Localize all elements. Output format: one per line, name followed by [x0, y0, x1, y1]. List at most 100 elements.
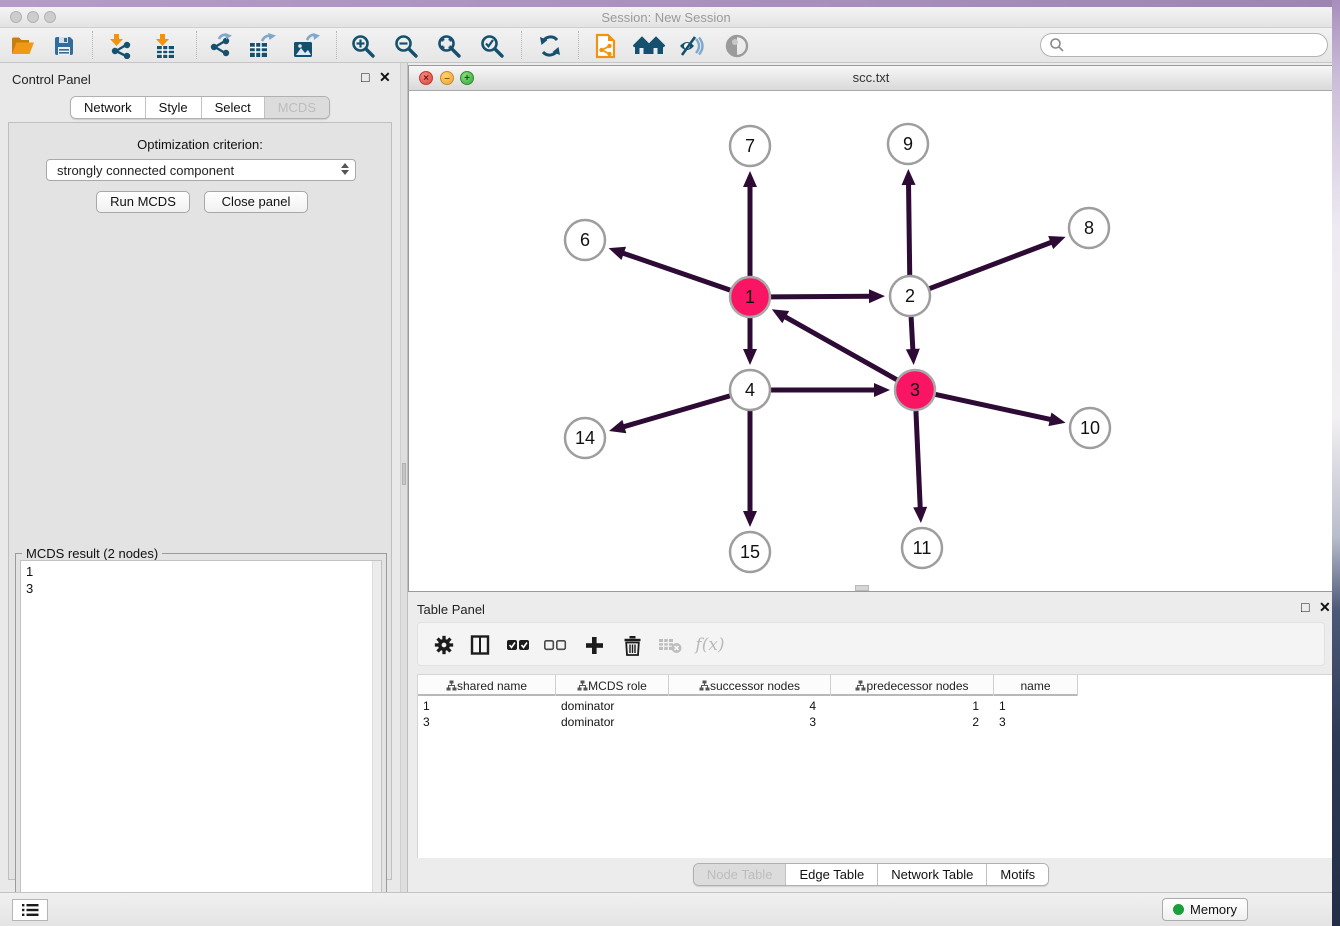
tab-mcds[interactable]: MCDS: [265, 97, 329, 118]
graph-edge-arrowhead: [609, 247, 626, 260]
control-panel-close-icon[interactable]: ✕: [379, 70, 391, 84]
tab-node-table[interactable]: Node Table: [694, 864, 787, 885]
graph-node-label-10: 10: [1080, 418, 1100, 438]
mcds-result-textarea[interactable]: 13: [20, 560, 382, 926]
network-window-titlebar[interactable]: × – + scc.txt: [409, 66, 1333, 91]
splitter-handle[interactable]: [402, 463, 406, 485]
graph-edge-arrowhead: [743, 511, 757, 527]
graph-edge-arrowhead: [874, 383, 890, 397]
table-panel-close-icon[interactable]: ✕: [1319, 600, 1331, 614]
open-session-icon[interactable]: [6, 32, 40, 59]
panel-splitter[interactable]: [400, 63, 408, 892]
hide-selected-icon[interactable]: [675, 32, 709, 59]
show-all-icon[interactable]: [720, 32, 754, 59]
node-table: shared name MCDS rolesuccessor nodesprede…: [417, 674, 1332, 858]
table-panel-float-icon[interactable]: □: [1301, 600, 1309, 614]
graph-node-label-14: 14: [575, 428, 595, 448]
tab-edge-table[interactable]: Edge Table: [786, 864, 878, 885]
table-row[interactable]: 3dominator323: [418, 714, 1332, 730]
graph-node-label-15: 15: [740, 542, 760, 562]
run-mcds-button[interactable]: Run MCDS: [96, 191, 190, 213]
select-all-checkboxes-icon[interactable]: [504, 632, 532, 658]
table-row[interactable]: 1dominator411: [418, 698, 1332, 714]
graph-edge-arrowhead: [913, 507, 927, 523]
export-network-icon[interactable]: [203, 32, 237, 59]
window-title: Session: New Session: [0, 10, 1332, 25]
memory-label: Memory: [1190, 902, 1237, 917]
import-table-icon[interactable]: [148, 32, 182, 59]
table-cell: 3: [669, 714, 831, 730]
table-cell: 3: [418, 714, 556, 730]
zoom-in-icon[interactable]: [346, 32, 380, 59]
zoom-fit-icon[interactable]: [432, 32, 466, 59]
graph-edge-4-14[interactable]: [621, 396, 730, 428]
graph-edge-3-10[interactable]: [936, 394, 1054, 420]
mcds-result-group: MCDS result (2 nodes) 13: [15, 553, 387, 926]
desktop-wallpaper-top: [0, 0, 1340, 7]
export-table-icon[interactable]: [245, 32, 279, 59]
import-network-icon[interactable]: [103, 32, 137, 59]
table-cell: dominator: [556, 714, 669, 730]
network-canvas[interactable]: 7968124314101511: [409, 91, 1333, 591]
list-icon: [21, 903, 39, 917]
delete-table-icon: [656, 632, 684, 658]
network-graph: 7968124314101511: [409, 91, 1333, 591]
tab-network-table[interactable]: Network Table: [878, 864, 987, 885]
deselect-all-checkboxes-icon[interactable]: [541, 632, 569, 658]
tab-style[interactable]: Style: [146, 97, 202, 118]
refresh-icon[interactable]: [533, 32, 567, 59]
network-resize-grip[interactable]: [855, 585, 869, 591]
network-view-window: × – + scc.txt 7968124314101511: [408, 65, 1334, 592]
task-history-button[interactable]: [12, 899, 48, 921]
column-header-shared-name[interactable]: shared name: [418, 675, 556, 696]
zoom-selected-icon[interactable]: [475, 32, 509, 59]
control-panel-float-icon[interactable]: □: [361, 70, 369, 84]
table-cell: 1: [831, 698, 994, 714]
export-image-icon[interactable]: [289, 32, 323, 59]
criterion-select[interactable]: strongly connected component: [46, 159, 356, 181]
memory-button[interactable]: Memory: [1162, 898, 1248, 921]
graph-edge-1-2[interactable]: [771, 296, 873, 297]
main-toolbar: [0, 28, 1332, 63]
table-panel-title: Table Panel: [417, 602, 485, 617]
control-panel-tabbar: NetworkStyleSelectMCDS: [70, 96, 330, 119]
tab-select[interactable]: Select: [202, 97, 265, 118]
graph-edge-1-6[interactable]: [620, 252, 730, 290]
table-tabbar: Node TableEdge TableNetwork TableMotifs: [693, 863, 1049, 886]
search-box[interactable]: [1040, 33, 1328, 57]
graph-edge-arrowhead: [1048, 412, 1065, 426]
toolbar-divider: [521, 31, 522, 59]
save-session-icon[interactable]: [47, 32, 81, 59]
delete-column-trash-icon[interactable]: [618, 632, 646, 658]
column-header-predecessor-nodes[interactable]: predecessor nodes: [831, 675, 994, 696]
clone-network-icon[interactable]: [589, 32, 623, 59]
graph-edge-2-3[interactable]: [911, 317, 913, 353]
tab-motifs[interactable]: Motifs: [987, 864, 1048, 885]
column-header-mcds-role[interactable]: MCDS role: [556, 675, 669, 696]
first-neighbors-icon[interactable]: [632, 32, 666, 59]
zoom-out-icon[interactable]: [389, 32, 423, 59]
table-cell: 1: [418, 698, 556, 714]
column-header-label: shared name: [457, 679, 527, 693]
status-bar: Memory: [0, 892, 1332, 926]
gear-icon[interactable]: [430, 632, 458, 658]
split-view-icon[interactable]: [466, 632, 494, 658]
search-input[interactable]: [1065, 38, 1327, 53]
graph-edge-arrowhead: [1048, 236, 1065, 249]
graph-edge-2-8[interactable]: [930, 241, 1055, 288]
graph-edge-arrowhead: [906, 349, 920, 365]
search-icon: [1049, 37, 1065, 53]
table-panel: Table Panel □ ✕: [408, 595, 1334, 892]
tab-network[interactable]: Network: [71, 97, 146, 118]
graph-edge-3-11[interactable]: [916, 411, 920, 511]
column-header-successor-nodes[interactable]: successor nodes: [669, 675, 831, 696]
column-header-name[interactable]: name: [994, 675, 1078, 696]
table-cell: 3: [994, 714, 1078, 730]
graph-edge-3-1[interactable]: [782, 315, 896, 380]
close-panel-button[interactable]: Close panel: [204, 191, 308, 213]
add-column-icon[interactable]: [580, 632, 608, 658]
graph-edge-2-9[interactable]: [908, 181, 909, 275]
toolbar-divider: [578, 31, 579, 59]
toolbar-divider: [336, 31, 337, 59]
mcds-result-scrollbar[interactable]: [372, 561, 381, 926]
